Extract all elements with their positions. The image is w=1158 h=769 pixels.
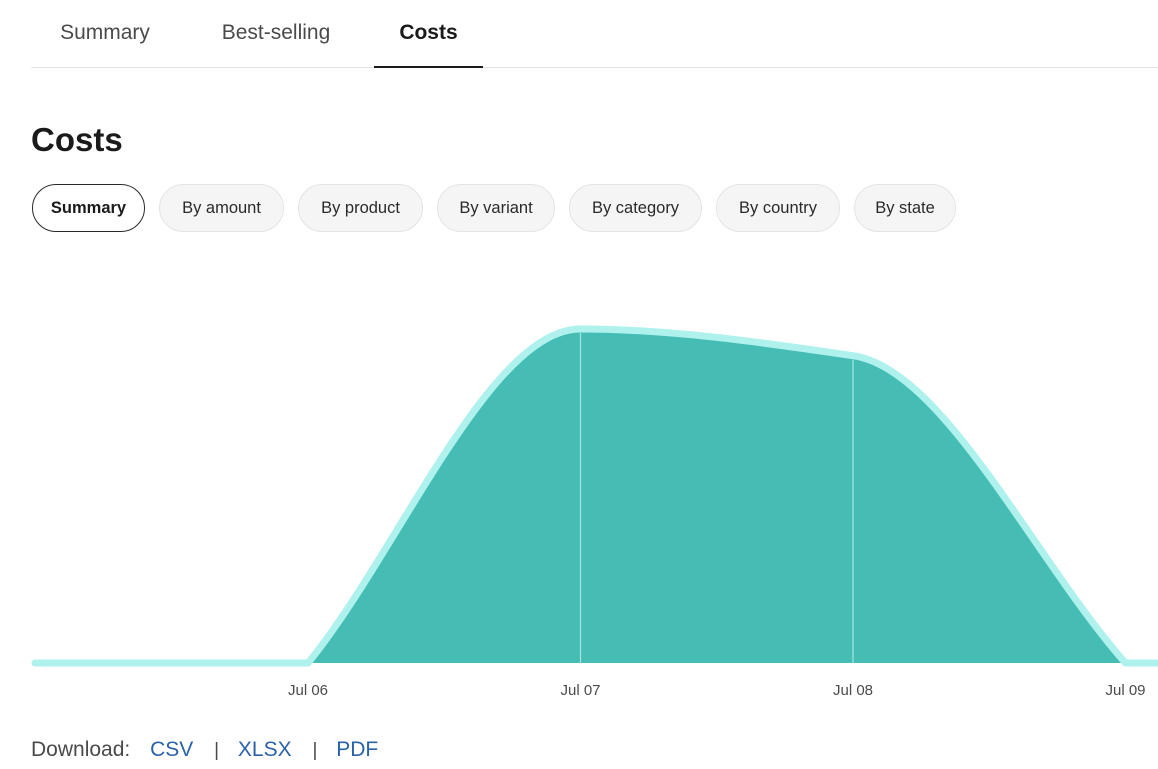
download-label: Download: bbox=[31, 738, 131, 761]
download-pdf-link[interactable]: PDF bbox=[336, 738, 378, 761]
download-xlsx-link[interactable]: XLSX bbox=[238, 738, 292, 761]
download-csv-link[interactable]: CSV bbox=[150, 738, 193, 761]
x-tick-label: Jul 09 bbox=[1105, 682, 1145, 699]
download-separator: | bbox=[214, 740, 220, 761]
download-bar: Download: CSV | XLSX | PDF bbox=[31, 735, 378, 765]
x-tick-label: Jul 08 bbox=[833, 682, 873, 699]
x-tick-label: Jul 06 bbox=[288, 682, 328, 699]
costs-area-chart: Jul 06 Jul 07 Jul 08 Jul 09 bbox=[31, 325, 1158, 699]
download-separator: | bbox=[312, 740, 318, 761]
x-tick-label: Jul 07 bbox=[560, 682, 600, 699]
area-fill bbox=[35, 329, 1158, 663]
